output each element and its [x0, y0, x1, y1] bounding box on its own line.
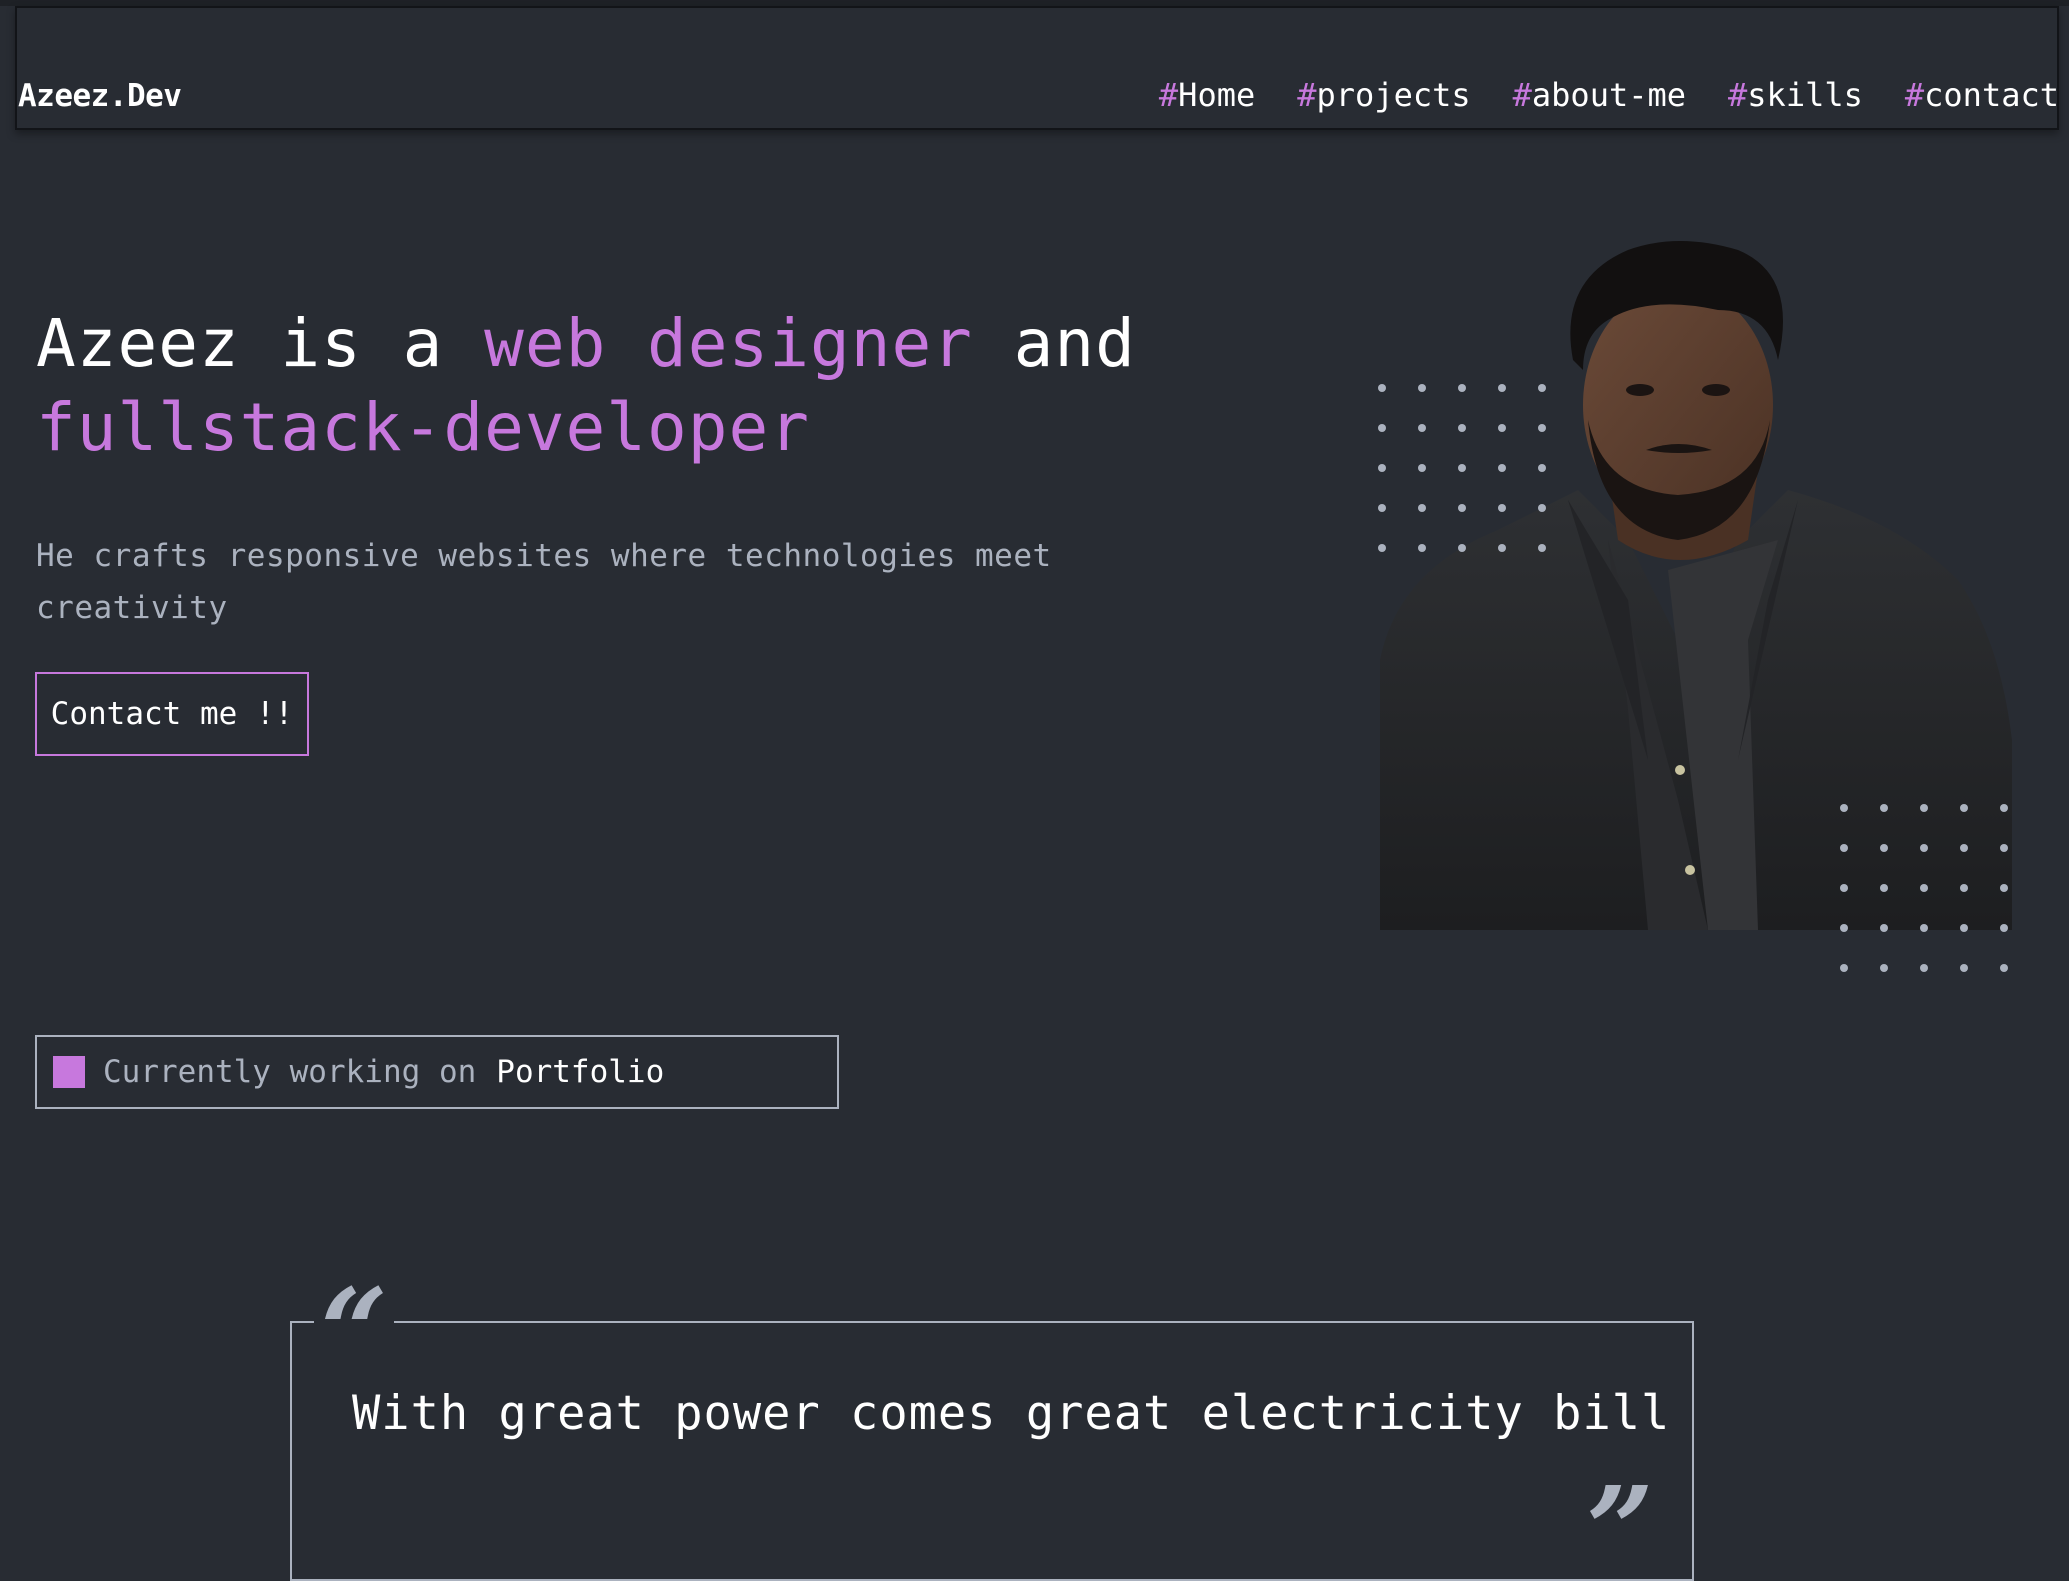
nav-about-me-link[interactable]: # about-me [1513, 76, 1686, 114]
nav-label: projects [1316, 76, 1471, 114]
working-prefix: Currently working on [103, 1054, 477, 1090]
quote-box [290, 1321, 1694, 1581]
hero-title-part2: and [972, 305, 1136, 382]
nav-hash: # [1728, 76, 1748, 114]
nav-hash: # [1904, 76, 1925, 114]
close-quote-icon: ” [1580, 1470, 1660, 1530]
quote-text: With great power comes great electricity… [352, 1386, 1671, 1441]
open-quote-icon: “ [314, 1272, 394, 1344]
main-nav: # Home # projects # about-me # skills # conta… [1159, 76, 2059, 114]
nav-label: skills [1747, 76, 1863, 114]
navbar: Azeez.Dev # Home # projects # about-me # ski… [15, 6, 2059, 130]
hero-title-accent-fullstack: fullstack-developer [36, 389, 810, 466]
contact-me-button[interactable]: Contact me !! [35, 672, 309, 756]
status-square-icon [53, 1056, 85, 1088]
dot-pattern-bottom [1840, 804, 2008, 972]
nav-skills-link[interactable]: # skills [1728, 76, 1863, 114]
dot-pattern-top [1378, 384, 1546, 552]
nav-label: Home [1178, 76, 1256, 114]
hero-title-accent-web-designer: web designer [484, 305, 973, 382]
site-logo[interactable]: Azeez.Dev [18, 78, 182, 114]
nav-contact-link[interactable]: # contact [1905, 76, 2059, 114]
nav-hash: # [1158, 76, 1179, 114]
working-project: Portfolio [496, 1054, 665, 1090]
hero-title-part1: Azeez is a [36, 305, 485, 382]
nav-projects-link[interactable]: # projects [1297, 76, 1470, 114]
nav-label: about-me [1531, 76, 1687, 114]
nav-home-link[interactable]: # Home [1159, 76, 1255, 114]
nav-hash: # [1512, 76, 1532, 114]
nav-label: contact [1924, 76, 2059, 114]
currently-working-banner: Currently working on Portfolio [35, 1035, 839, 1109]
hero-title: Azeez is a web designer and fullstack-de… [36, 302, 1136, 470]
nav-hash: # [1297, 76, 1317, 114]
hero-subtitle: He crafts responsive websites where tech… [36, 538, 1052, 626]
